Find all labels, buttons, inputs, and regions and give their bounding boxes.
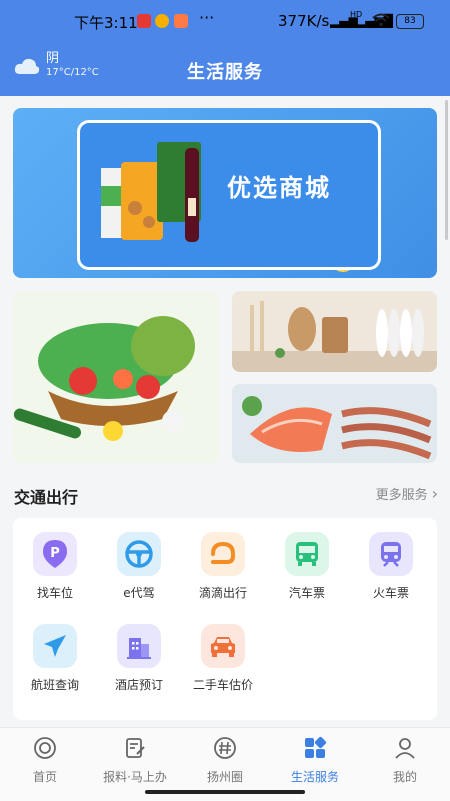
didi-icon bbox=[201, 532, 245, 576]
bus-icon bbox=[285, 532, 329, 576]
tab-label: 生活服务 bbox=[290, 770, 339, 784]
tab-label: 报料·马上办 bbox=[103, 770, 167, 784]
status-time: 下午3:11 bbox=[74, 14, 138, 32]
tab-report[interactable]: 报料·马上办 bbox=[100, 736, 170, 785]
more-services-link[interactable]: 更多服务 › bbox=[376, 484, 438, 503]
service-label: 航班查询 bbox=[30, 678, 79, 692]
section-title: 交通出行 bbox=[14, 488, 79, 507]
service-edaijia[interactable]: e代驾 bbox=[97, 532, 181, 601]
home-icon bbox=[34, 737, 56, 759]
hotel-icon bbox=[117, 624, 161, 668]
car-icon bbox=[201, 624, 245, 668]
service-bus[interactable]: 汽车票 bbox=[265, 532, 349, 601]
seafood-tile[interactable] bbox=[232, 384, 437, 463]
more-notifications-icon: ··· bbox=[199, 8, 215, 27]
service-label: 火车票 bbox=[372, 586, 409, 600]
mall-banner[interactable]: 优选商城 bbox=[13, 108, 437, 278]
banner-text: 优选商城 bbox=[227, 174, 331, 202]
page-title: 生活服务 bbox=[187, 62, 263, 83]
service-label: 滴滴出行 bbox=[198, 586, 247, 600]
grid-icon bbox=[305, 736, 327, 758]
home-indicator[interactable] bbox=[145, 790, 305, 794]
app-notification-icon bbox=[174, 14, 188, 28]
svg-text:P: P bbox=[50, 546, 60, 561]
service-label: 二手车估价 bbox=[192, 678, 253, 692]
more-services-label: 更多服务 bbox=[375, 488, 428, 503]
transport-services-card: P 找车位 e代驾 滴滴出行 汽车票 火车票 航班查询 酒店预订 二手车估价 bbox=[13, 518, 437, 720]
service-flight[interactable]: 航班查询 bbox=[13, 624, 97, 693]
chevron-right-icon: › bbox=[431, 484, 438, 503]
tab-life-services[interactable]: 生活服务 bbox=[280, 736, 350, 785]
train-icon bbox=[369, 532, 413, 576]
service-label: e代驾 bbox=[123, 586, 155, 600]
status-bar: 下午3:11 ··· 377K/s ▂▄▆ HD ▂▄▆█ 83 bbox=[0, 0, 450, 44]
tab-label: 我的 bbox=[392, 770, 417, 784]
vegetables-tile[interactable] bbox=[13, 291, 219, 463]
service-didi[interactable]: 滴滴出行 bbox=[181, 532, 265, 601]
kitchenware-tile[interactable] bbox=[232, 291, 437, 372]
user-icon bbox=[395, 738, 415, 759]
report-icon bbox=[126, 738, 145, 758]
wifi-icon bbox=[372, 13, 390, 27]
location-notification-icon bbox=[137, 14, 151, 28]
service-used-car[interactable]: 二手车估价 bbox=[181, 624, 265, 693]
service-label: 酒店预订 bbox=[114, 678, 163, 692]
tab-mine[interactable]: 我的 bbox=[370, 736, 440, 785]
tab-home[interactable]: 首页 bbox=[10, 736, 80, 785]
service-hotel[interactable]: 酒店预订 bbox=[97, 624, 181, 693]
seafood-image bbox=[242, 396, 432, 460]
network-speed: 377K/s bbox=[278, 12, 330, 30]
battery-icon: 83 bbox=[396, 14, 424, 29]
weibo-notification-icon bbox=[155, 14, 169, 28]
service-label: 找车位 bbox=[36, 586, 73, 600]
tab-circle[interactable]: 扬州圈 bbox=[190, 736, 260, 785]
kitchenware-image bbox=[232, 301, 437, 372]
service-train[interactable]: 火车票 bbox=[349, 532, 433, 601]
vegetables-image bbox=[13, 316, 195, 441]
grocery-products-icon bbox=[101, 142, 201, 242]
service-label: 汽车票 bbox=[288, 586, 325, 600]
steering-wheel-icon bbox=[117, 532, 161, 576]
scrollbar[interactable] bbox=[445, 100, 448, 240]
airplane-icon bbox=[33, 624, 77, 668]
parking-icon: P bbox=[33, 532, 77, 576]
service-parking[interactable]: P 找车位 bbox=[13, 532, 97, 601]
hashtag-icon bbox=[214, 737, 236, 759]
page-header: 阴 17°C/12°C 生活服务 bbox=[0, 44, 450, 96]
tab-label: 首页 bbox=[32, 770, 57, 784]
tab-label: 扬州圈 bbox=[206, 770, 243, 784]
